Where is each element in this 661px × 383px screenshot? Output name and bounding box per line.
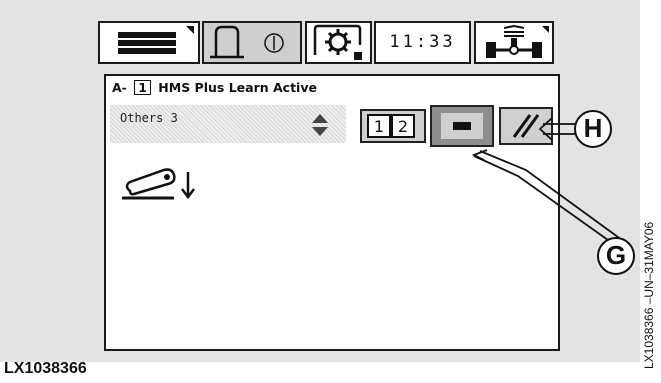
callout-leaders (471, 117, 623, 251)
callout-g: G (597, 237, 635, 275)
figure-id: LX1038366 (4, 360, 87, 377)
callout-h: H (574, 110, 612, 148)
figure-side-label: LX1038366 –UN–31MAY06 (642, 221, 656, 369)
